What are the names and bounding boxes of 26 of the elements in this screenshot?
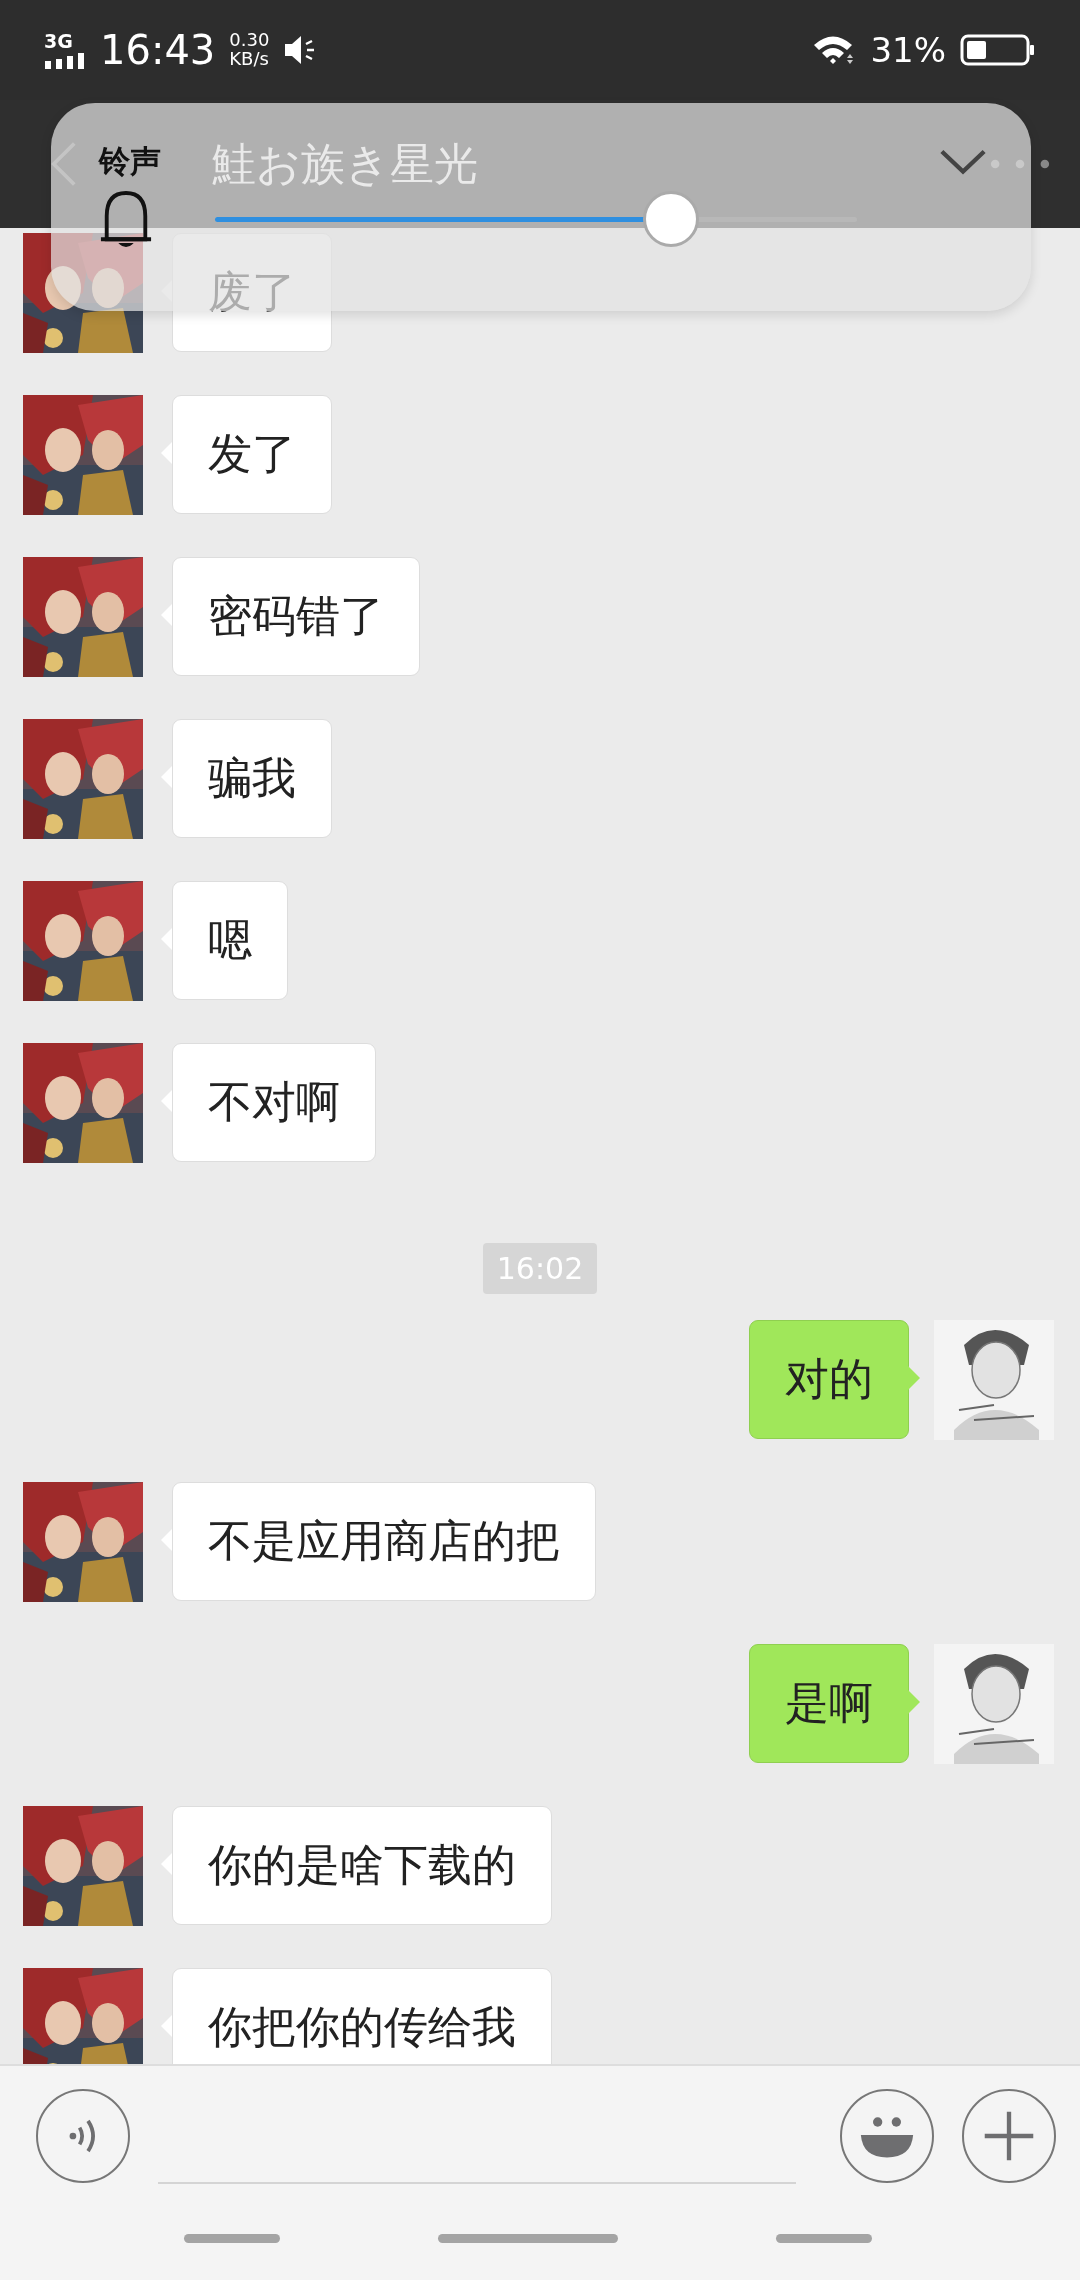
clock-time: 16:43 [100, 30, 216, 70]
chevron-down-icon[interactable] [939, 148, 987, 176]
nav-handle[interactable] [438, 2234, 618, 2243]
speed-unit: KB/s [229, 50, 270, 69]
volume-label: 铃声 [99, 142, 161, 181]
chat-title: 鮭お族き星光 [212, 136, 478, 191]
volume-slider[interactable] [215, 189, 857, 249]
message-bubble: 对的 [749, 1320, 909, 1439]
network-speed: 0.30 [229, 31, 270, 50]
message-bubble: 不对啊 [172, 1043, 376, 1162]
voice-button[interactable] [36, 2089, 130, 2183]
emoji-button[interactable] [840, 2089, 934, 2183]
message-bubble: 是啊 [749, 1644, 909, 1763]
nav-handle[interactable] [776, 2234, 872, 2243]
battery-percent: 31% [870, 30, 946, 70]
message-bubble: 你的是啥下载的 [172, 1806, 552, 1925]
message-bubble: 密码错了 [172, 557, 420, 676]
message-bubble: 骗我 [172, 719, 332, 838]
signal-icon [44, 52, 86, 69]
nav-handle[interactable] [184, 2234, 280, 2243]
add-button[interactable] [962, 2089, 1056, 2183]
battery-icon [960, 34, 1036, 66]
network-type: 3G [44, 31, 73, 51]
message-bubble: 不是应用商店的把 [172, 1482, 596, 1601]
message-bubble: 嗯 [172, 881, 288, 1000]
message-bubble: 发了 [172, 395, 332, 514]
